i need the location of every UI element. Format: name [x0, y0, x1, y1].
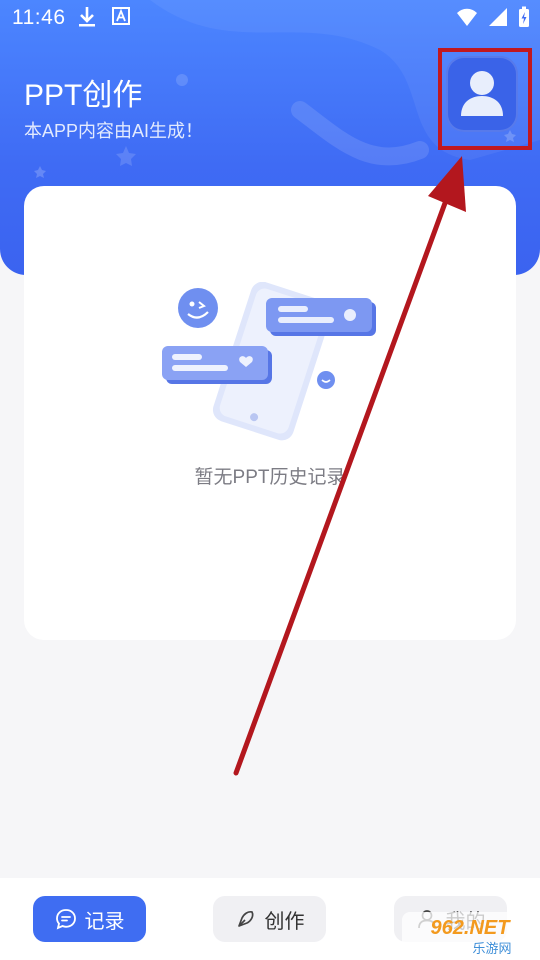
history-card: 暂无PPT历史记录: [24, 186, 516, 640]
battery-charging-icon: [519, 6, 529, 27]
status-time: 11:46: [12, 6, 66, 29]
nav-tab-records[interactable]: 记录: [33, 896, 146, 942]
annotation-highlight-box: [438, 48, 532, 150]
status-icons-left: [78, 6, 130, 28]
watermark-subtext: 乐游网: [472, 942, 511, 957]
pen-nib-icon: [237, 910, 253, 927]
nav-tab-records-label: 记录: [84, 910, 125, 933]
a-letter-icon: [112, 7, 130, 25]
status-icons-right: [456, 6, 530, 28]
cellular-icon: [489, 8, 507, 26]
watermark-text: 962.NET: [431, 917, 512, 939]
status-bar: 11:46: [0, 0, 540, 36]
nav-tab-create[interactable]: 创作: [213, 896, 326, 942]
site-watermark: 962.NET 乐游网: [402, 912, 538, 958]
nav-tab-create-label: 创作: [264, 910, 305, 933]
app-title: PPT创作: [24, 79, 143, 112]
chat-bubble-icon: [55, 909, 76, 930]
app-subtitle: 本APP内容由AI生成！: [24, 121, 204, 141]
phone-chat-illustration: [162, 282, 376, 441]
empty-history-text: 暂无PPT历史记录: [194, 467, 346, 488]
wifi-icon: [457, 8, 477, 26]
download-icon: [79, 7, 95, 27]
